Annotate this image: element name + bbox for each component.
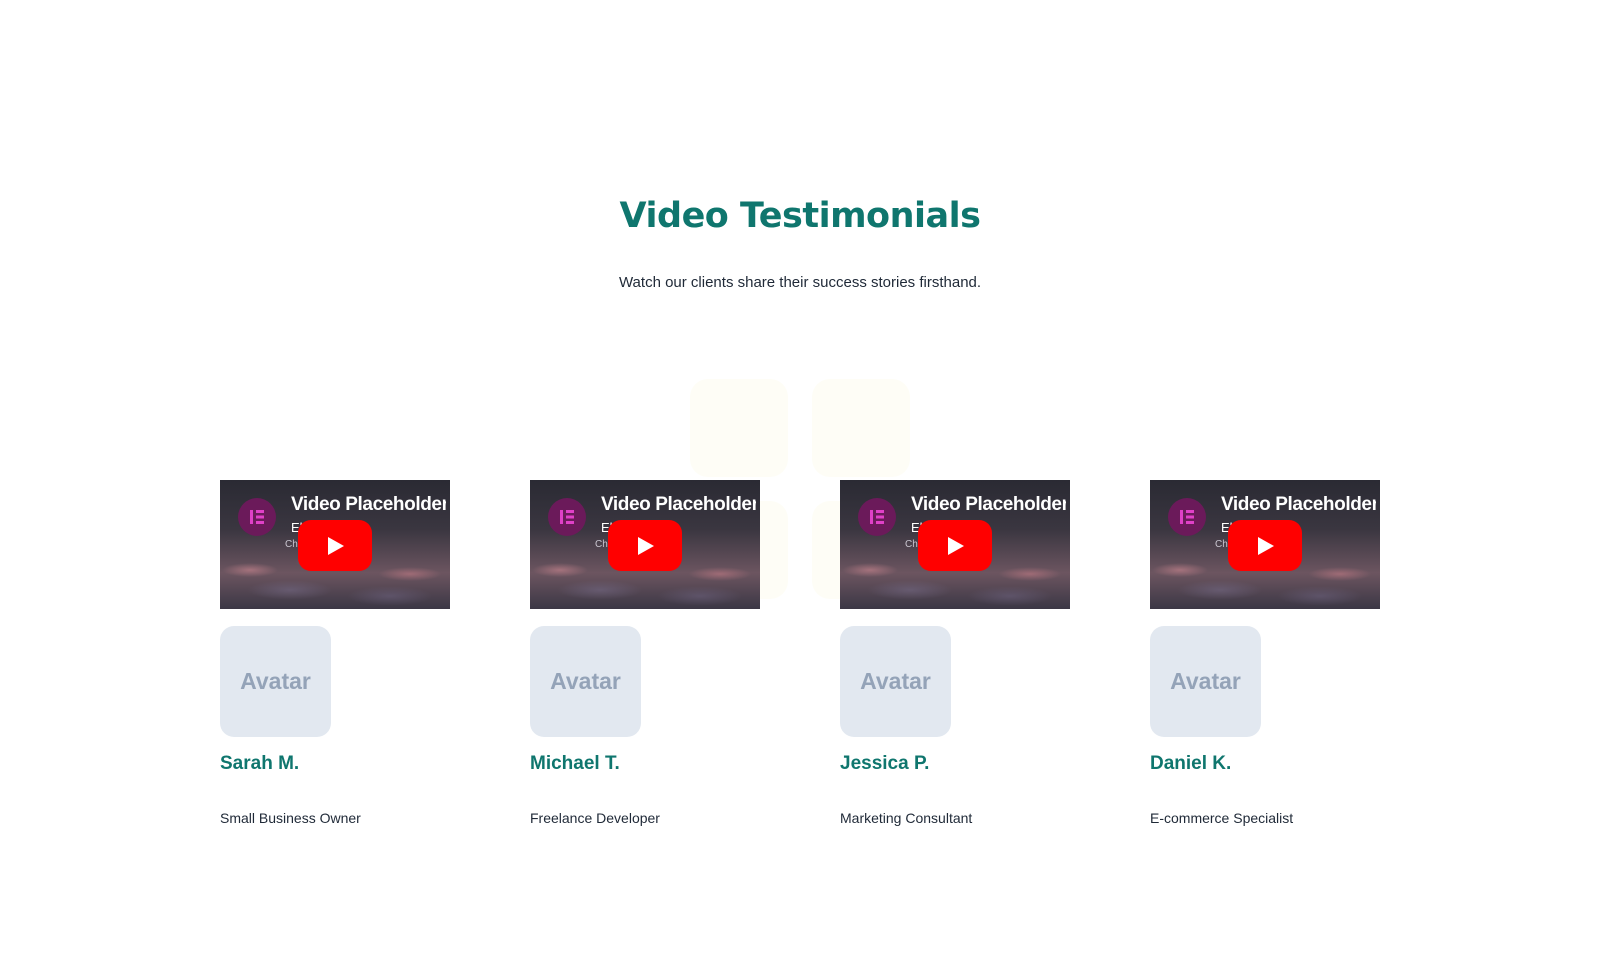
avatar: Avatar — [530, 626, 641, 737]
testimonial-card: Video Placeholder Elementor Channel · Vi… — [530, 480, 760, 826]
testimonial-card: Video Placeholder Elementor Channel · Vi… — [840, 480, 1070, 826]
video-title[interactable]: Video Placeholder — [1221, 494, 1376, 516]
testimonial-card: Video Placeholder Elementor Channel · Vi… — [1150, 480, 1380, 826]
elementor-logo-icon[interactable] — [238, 498, 276, 536]
client-name: Michael T. — [530, 753, 620, 774]
client-role: Small Business Owner — [220, 810, 361, 826]
decorative-tile — [690, 379, 788, 477]
decorative-tile — [812, 379, 910, 477]
youtube-play-icon[interactable] — [1228, 520, 1302, 571]
youtube-play-icon[interactable] — [298, 520, 372, 571]
video-embed[interactable]: Video Placeholder Elementor Channel · Vi… — [530, 480, 760, 609]
youtube-play-icon[interactable] — [608, 520, 682, 571]
client-role: Freelance Developer — [530, 810, 660, 826]
video-title[interactable]: Video Placeholder — [291, 494, 446, 516]
client-name: Sarah M. — [220, 753, 300, 774]
client-name: Daniel K. — [1150, 753, 1232, 774]
section-title: Video Testimonials — [619, 196, 981, 236]
elementor-logo-icon[interactable] — [1168, 498, 1206, 536]
client-role: Marketing Consultant — [840, 810, 973, 826]
testimonial-card: Video Placeholder Elementor Channel · Vi… — [220, 480, 450, 826]
video-embed[interactable]: Video Placeholder Elementor Channel · Vi… — [1150, 480, 1380, 609]
elementor-logo-icon[interactable] — [548, 498, 586, 536]
youtube-play-icon[interactable] — [918, 520, 992, 571]
avatar: Avatar — [840, 626, 951, 737]
video-title[interactable]: Video Placeholder — [911, 494, 1066, 516]
avatar: Avatar — [220, 626, 331, 737]
video-embed[interactable]: Video Placeholder Elementor Channel · Vi… — [840, 480, 1070, 609]
client-name: Jessica P. — [840, 753, 930, 774]
elementor-logo-icon[interactable] — [858, 498, 896, 536]
testimonials-page: Video Testimonials Watch our clients sha… — [0, 0, 1600, 978]
client-role: E-commerce Specialist — [1150, 810, 1294, 826]
section-subtitle: Watch our clients share their success st… — [618, 274, 982, 291]
video-embed[interactable]: Video Placeholder Elementor Channel · Vi… — [220, 480, 450, 609]
video-title[interactable]: Video Placeholder — [601, 494, 756, 516]
avatar: Avatar — [1150, 626, 1261, 737]
